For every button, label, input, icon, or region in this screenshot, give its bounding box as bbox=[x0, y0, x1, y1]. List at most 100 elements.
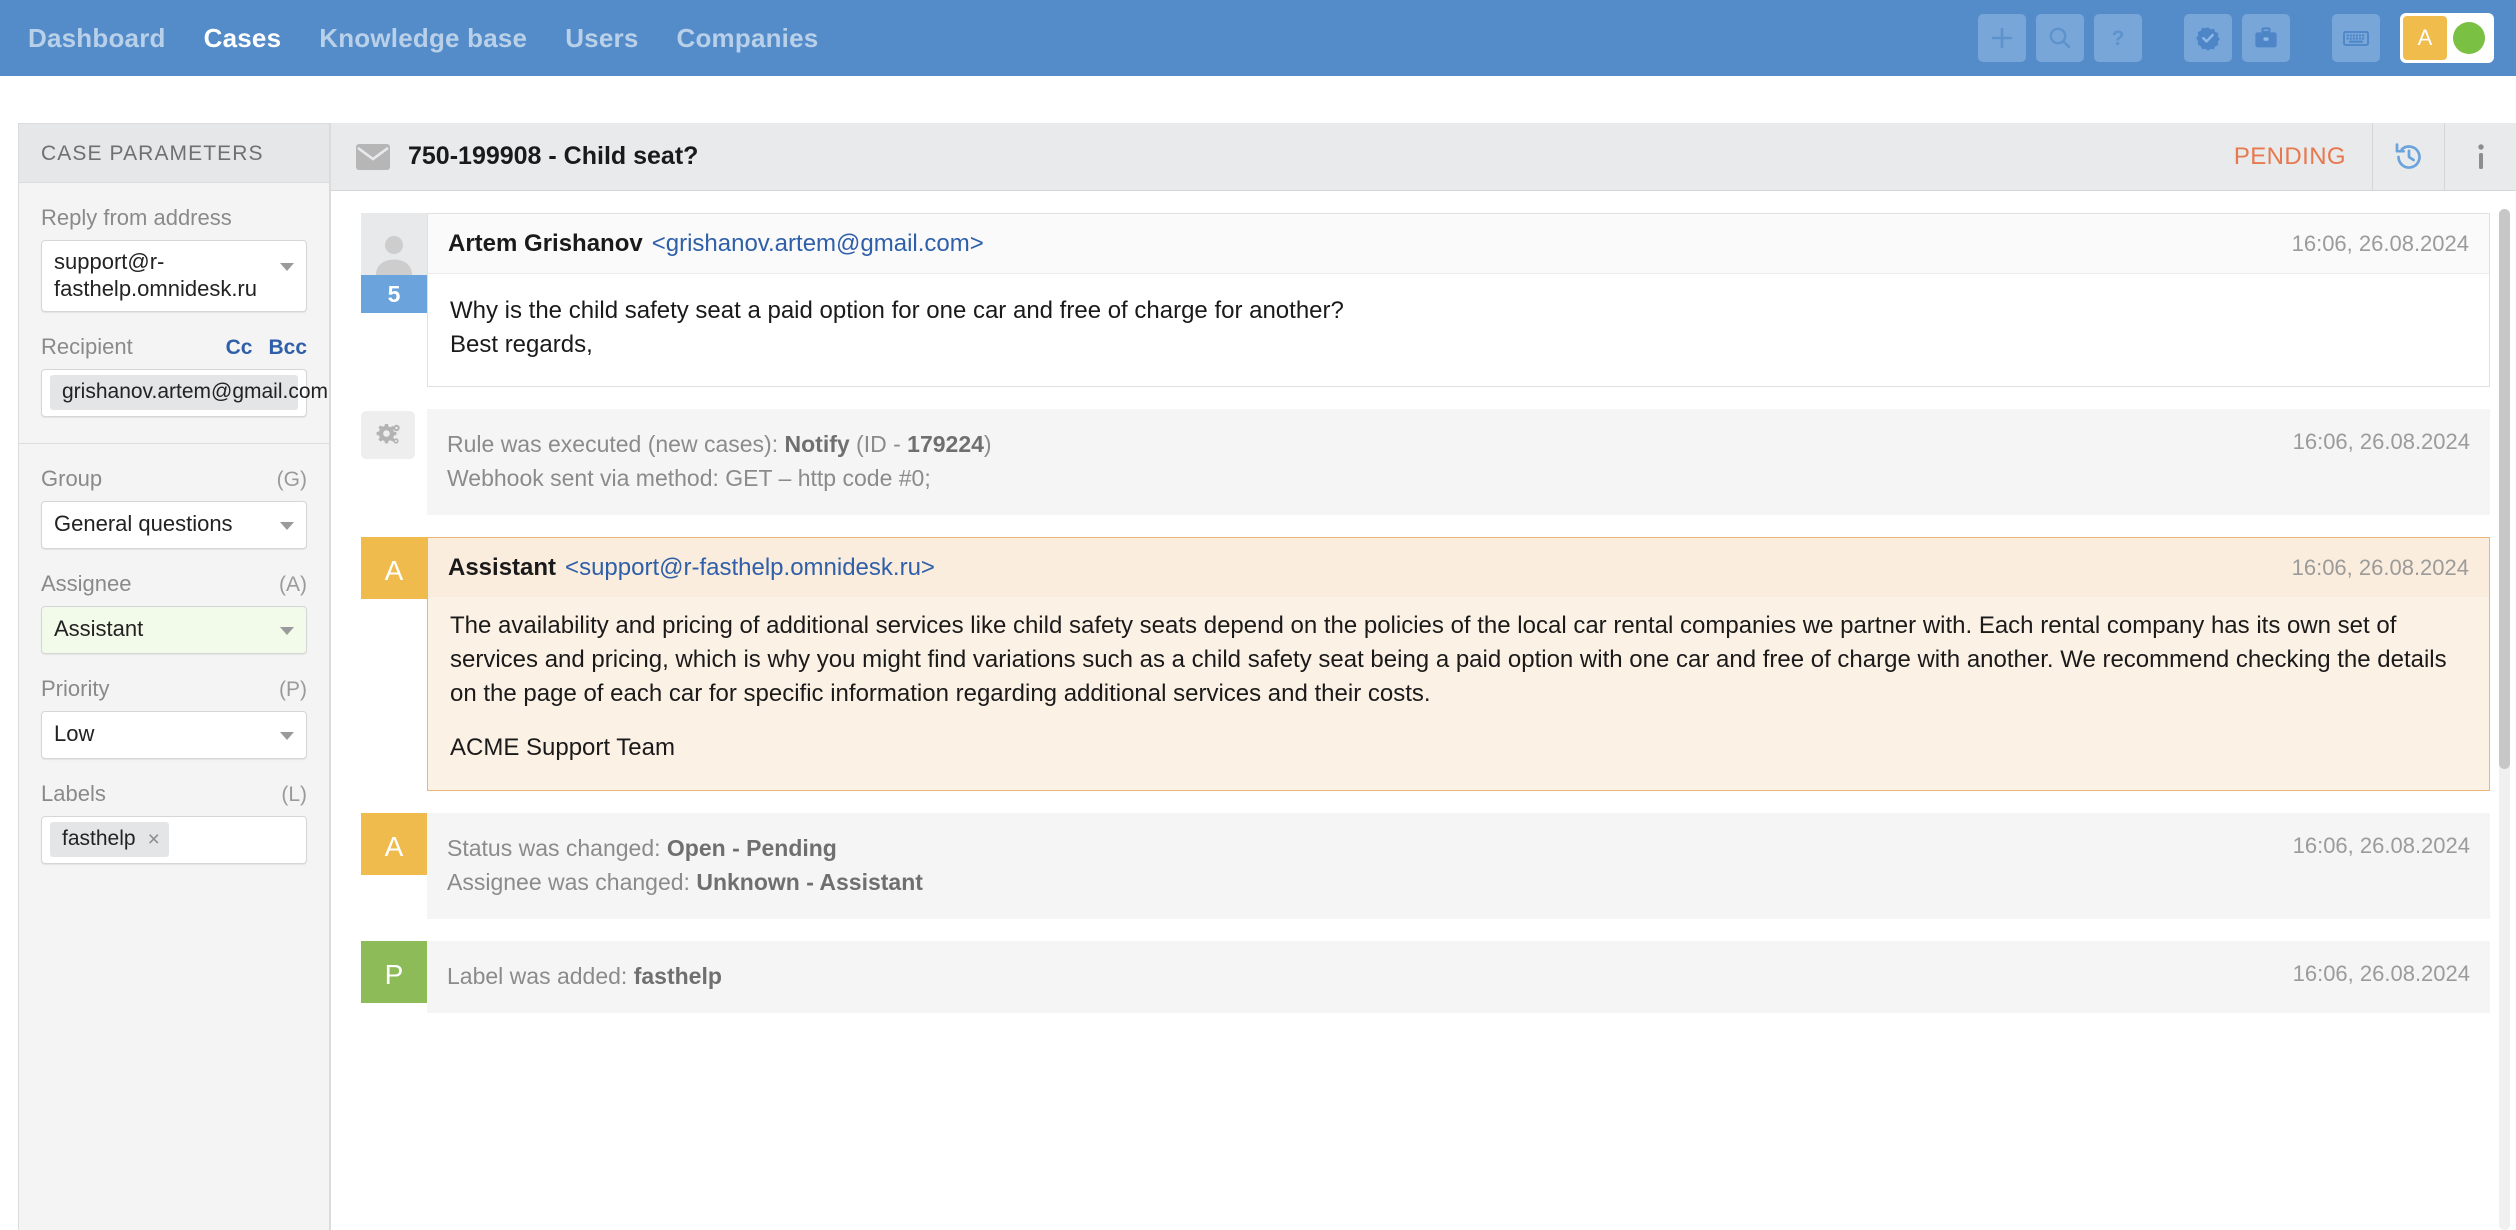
avatar: A bbox=[361, 812, 427, 875]
reply-from-label-row: Reply from address bbox=[41, 205, 307, 231]
event-strong: Open - Pending bbox=[666, 834, 837, 861]
message-body: Assistant <support@r-fasthelp.omnidesk.r… bbox=[427, 537, 2490, 791]
main-area: CASE PARAMETERS Reply from address suppo… bbox=[0, 76, 2516, 1230]
online-status-indicator[interactable] bbox=[2447, 16, 2491, 60]
event-avatar-column: A bbox=[361, 812, 427, 919]
thread-item: Rule was executed (new cases): Notify (I… bbox=[361, 409, 2490, 516]
system-event-lines: Status was changed: Open - Pending Assig… bbox=[447, 831, 2269, 899]
label-tag: fasthelp × bbox=[50, 822, 169, 858]
message-text: Why is the child safety seat a paid opti… bbox=[428, 273, 2489, 386]
search-icon[interactable] bbox=[2036, 14, 2084, 62]
help-icon[interactable]: ? bbox=[2094, 14, 2142, 62]
event-prefix: Rule was executed (new cases): bbox=[447, 431, 785, 458]
reply-from-select[interactable]: support@r-fasthelp.omnidesk.ru bbox=[41, 240, 307, 312]
event-mid: (ID - bbox=[849, 431, 908, 458]
event-timestamp: 16:06, 26.08.2024 bbox=[2292, 429, 2470, 455]
chevron-down-icon bbox=[280, 521, 294, 530]
nav-link-cases[interactable]: Cases bbox=[204, 23, 282, 54]
event-strong: Notify bbox=[784, 431, 850, 458]
message-timestamp: 16:06, 26.08.2024 bbox=[2291, 231, 2469, 256]
event-prefix: Label was added: bbox=[447, 962, 634, 989]
message-timestamp: 16:06, 26.08.2024 bbox=[2291, 555, 2469, 581]
bcc-link[interactable]: Bcc bbox=[268, 336, 307, 360]
thread-scrollbar[interactable] bbox=[2499, 209, 2510, 1230]
message-paragraph: ACME Support Team bbox=[450, 734, 675, 762]
main-nav-links: Dashboard Cases Knowledge base Users Com… bbox=[28, 23, 818, 54]
thread-item: 5 Artem Grishanov <grishanov.artem@gmail… bbox=[361, 213, 2490, 388]
event-body: Rule was executed (new cases): Notify (I… bbox=[427, 409, 2490, 516]
message-sender-email[interactable]: <grishanov.artem@gmail.com> bbox=[652, 230, 984, 258]
message-paragraph: Why is the child safety seat a paid opti… bbox=[450, 297, 1344, 359]
avatar: P bbox=[361, 940, 427, 1003]
briefcase-icon[interactable] bbox=[2242, 14, 2290, 62]
system-event-line: Label was added: fasthelp bbox=[447, 959, 2269, 993]
remove-label-icon[interactable]: × bbox=[148, 829, 160, 850]
keyboard-icon[interactable] bbox=[2332, 14, 2380, 62]
info-icon[interactable] bbox=[2444, 123, 2516, 190]
history-icon[interactable] bbox=[2372, 123, 2444, 190]
message-text: The availability and pricing of addition… bbox=[428, 597, 2489, 789]
reply-section: Reply from address support@r-fasthelp.om… bbox=[19, 183, 352, 444]
message-avatar-column: 5 bbox=[361, 213, 427, 387]
message-sender-email[interactable]: <support@r-fasthelp.omnidesk.ru> bbox=[565, 554, 935, 582]
nav-link-companies[interactable]: Companies bbox=[676, 23, 818, 54]
cc-link[interactable]: Cc bbox=[226, 336, 253, 360]
nav-link-dashboard[interactable]: Dashboard bbox=[28, 23, 166, 54]
thread-scrollbar-thumb[interactable] bbox=[2499, 209, 2510, 769]
add-icon[interactable] bbox=[1978, 14, 2026, 62]
labels-shortcut: (L) bbox=[281, 782, 307, 806]
assignee-value: Assistant bbox=[54, 616, 144, 642]
event-avatar-column bbox=[361, 409, 427, 515]
event-prefix: Status was changed: bbox=[447, 834, 667, 861]
group-value: General questions bbox=[54, 511, 233, 537]
nav-link-users[interactable]: Users bbox=[565, 23, 638, 54]
event-post: ) bbox=[983, 431, 992, 458]
message-header: Artem Grishanov <grishanov.artem@gmail.c… bbox=[428, 214, 2489, 273]
case-parameters-panel: CASE PARAMETERS Reply from address suppo… bbox=[18, 123, 352, 1230]
group-shortcut: (G) bbox=[276, 467, 307, 491]
message-avatar-column: A bbox=[361, 537, 427, 790]
recipient-tag: grishanov.artem@gmail.com × bbox=[50, 375, 352, 411]
reply-from-label: Reply from address bbox=[41, 205, 232, 230]
chevron-down-icon bbox=[280, 626, 294, 635]
priority-value: Low bbox=[54, 721, 95, 747]
cc-bcc-links: Cc Bcc bbox=[226, 336, 307, 360]
badge-check-icon[interactable] bbox=[2184, 14, 2232, 62]
thread-item: P Label was added: fasthelp 16:06, 26.08… bbox=[361, 940, 2490, 1013]
system-event-lines: Label was added: fasthelp bbox=[447, 959, 2269, 993]
message-card: Assistant <support@r-fasthelp.omnidesk.r… bbox=[427, 537, 2490, 791]
panel-title: CASE PARAMETERS bbox=[19, 124, 329, 183]
status-badge[interactable]: PENDING bbox=[2208, 123, 2372, 190]
assignee-label: Assignee bbox=[41, 570, 132, 596]
assignee-select[interactable]: Assistant bbox=[41, 605, 307, 654]
system-event-line: Webhook sent via method: GET – http code… bbox=[447, 461, 2269, 495]
case-content: 750-199908 - Child seat? PENDING 5 Artem… bbox=[330, 76, 2516, 1230]
chevron-down-icon bbox=[280, 263, 294, 271]
group-label: Group bbox=[41, 465, 103, 491]
event-body: Label was added: fasthelp 16:06, 26.08.2… bbox=[427, 940, 2490, 1013]
group-label-row: Group (G) bbox=[41, 466, 307, 492]
system-event-card: Label was added: fasthelp 16:06, 26.08.2… bbox=[427, 940, 2490, 1013]
avatar[interactable]: A bbox=[2403, 16, 2447, 60]
page-title: 750-199908 - Child seat? bbox=[408, 142, 699, 170]
user-menu[interactable]: A bbox=[2400, 13, 2494, 63]
event-strong: Unknown - Assistant bbox=[696, 868, 923, 895]
system-event-card: Status was changed: Open - Pending Assig… bbox=[427, 812, 2490, 919]
group-select[interactable]: General questions bbox=[41, 500, 307, 549]
message-paragraph: The availability and pricing of addition… bbox=[450, 612, 2447, 708]
gear-icon bbox=[361, 411, 415, 460]
top-navigation-bar: Dashboard Cases Knowledge base Users Com… bbox=[0, 0, 2516, 76]
message-body: Artem Grishanov <grishanov.artem@gmail.c… bbox=[427, 213, 2490, 388]
recipient-label-row: Recipient Cc Bcc bbox=[41, 334, 307, 360]
message-sender-name: Assistant bbox=[448, 554, 557, 582]
priority-select[interactable]: Low bbox=[41, 710, 307, 759]
priority-label: Priority bbox=[41, 675, 110, 701]
nav-link-knowledge-base[interactable]: Knowledge base bbox=[319, 23, 527, 54]
message-count-badge: 5 bbox=[361, 275, 427, 313]
recipient-field[interactable]: grishanov.artem@gmail.com × bbox=[41, 368, 352, 417]
event-avatar-column: P bbox=[361, 940, 427, 1013]
labels-field[interactable]: fasthelp × bbox=[41, 815, 307, 864]
event-timestamp: 16:06, 26.08.2024 bbox=[2292, 832, 2470, 858]
reply-from-value: support@r-fasthelp.omnidesk.ru bbox=[54, 249, 257, 301]
event-body: Status was changed: Open - Pending Assig… bbox=[427, 812, 2490, 919]
